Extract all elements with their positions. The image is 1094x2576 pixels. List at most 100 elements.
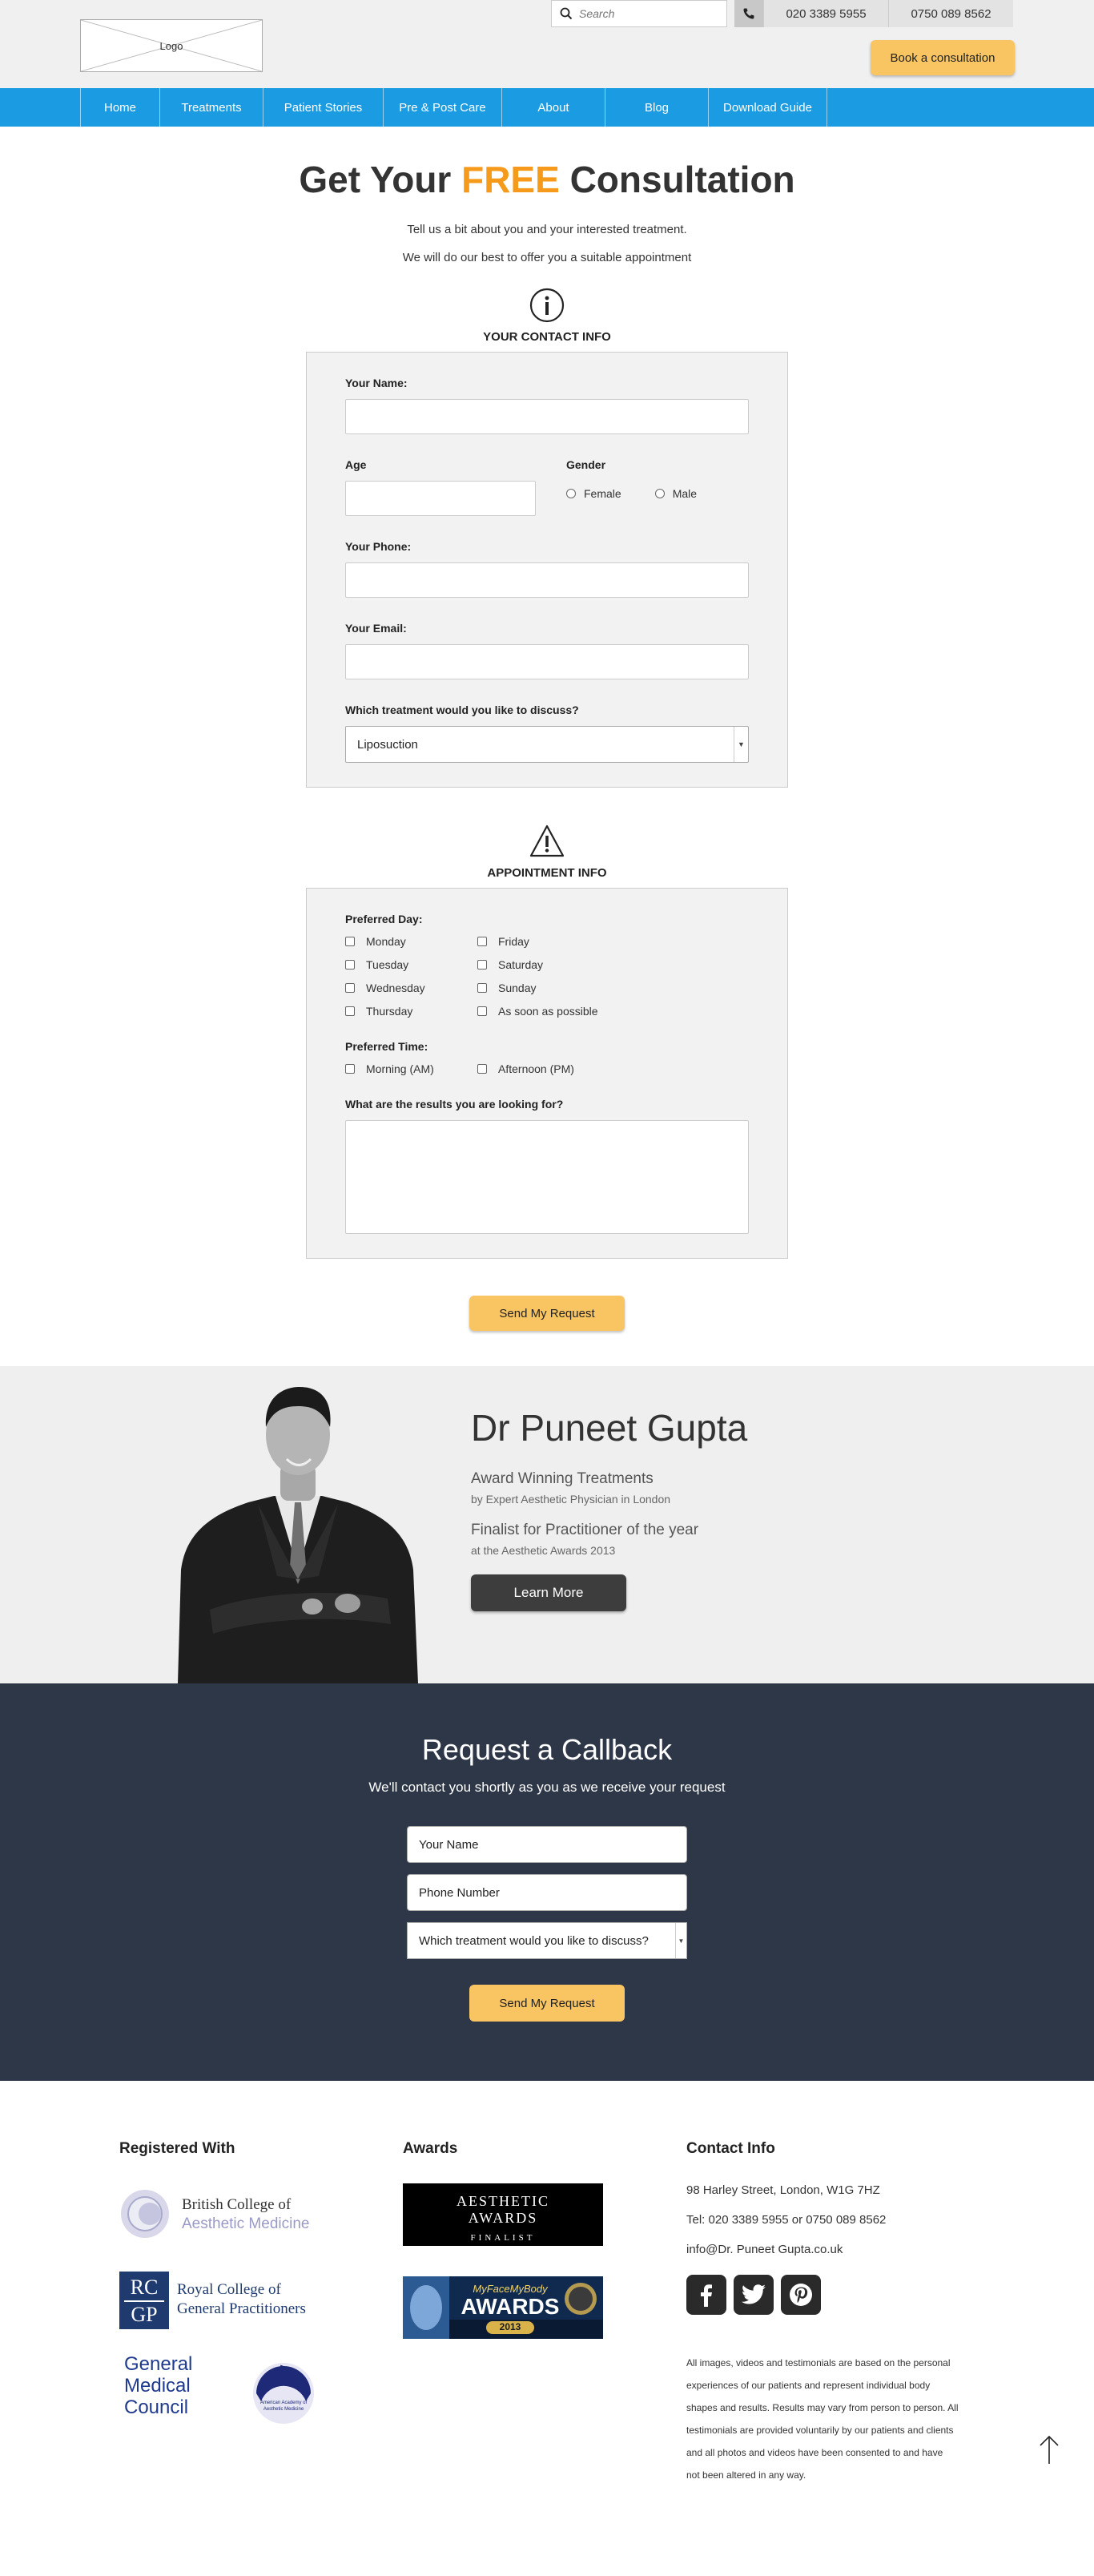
treatment-label: Which treatment would you like to discus…	[345, 703, 579, 716]
gmc-line-3: Council	[124, 2397, 189, 2418]
results-textarea[interactable]	[345, 1120, 749, 1234]
checkbox-icon[interactable]	[477, 983, 487, 993]
rcgp-line-1: Royal College of	[177, 2281, 281, 2298]
nav-item-pre-post-care[interactable]: Pre & Post Care	[383, 88, 501, 127]
arrow-up-icon[interactable]	[1038, 2433, 1060, 2465]
aaam-logo: American Academy of Aesthetic Medicine	[250, 2360, 317, 2427]
phone-number-2[interactable]: 0750 089 8562	[888, 0, 1013, 27]
checkbox-icon[interactable]	[345, 1006, 355, 1016]
myfacemybody-awards-badge: MyFaceMyBody AWARDS 2013	[403, 2276, 603, 2339]
rcgp-emblem: RC GP	[119, 2272, 169, 2329]
day-checkbox-saturday[interactable]: Saturday	[477, 958, 637, 971]
callback-treatment-select[interactable]: Which treatment would you like to discus…	[407, 1922, 687, 1959]
day-label: Saturday	[498, 958, 544, 971]
award-1-line-1: AESTHETIC	[457, 2193, 549, 2209]
age-column: Age	[345, 458, 536, 540]
twitter-icon[interactable]	[734, 2275, 774, 2315]
callback-treatment-placeholder: Which treatment would you like to discus…	[419, 1933, 649, 1948]
time-checkbox-afternoon[interactable]: Afternoon (PM)	[477, 1062, 637, 1075]
day-label: Friday	[498, 935, 529, 948]
doctor-info: Dr Puneet Gupta Award Winning Treatments…	[471, 1406, 747, 1611]
nav-item-download-guide[interactable]: Download Guide	[708, 88, 827, 127]
checkbox-icon[interactable]	[345, 1064, 355, 1074]
nav-item-home[interactable]: Home	[80, 88, 159, 127]
rcgp-letters-1: RC	[130, 2276, 159, 2299]
info-icon	[529, 288, 565, 323]
consultation-section: Get Your FREE Consultation Tell us a bit…	[0, 157, 1094, 1331]
checkbox-icon[interactable]	[477, 1006, 487, 1016]
callback-send-button[interactable]: Send My Request	[469, 1985, 625, 2022]
gender-male-radio[interactable]: Male	[654, 487, 697, 500]
warning-icon	[529, 824, 565, 857]
nav-item-blog[interactable]: Blog	[605, 88, 708, 127]
email-input[interactable]	[345, 644, 749, 679]
time-checkbox-morning[interactable]: Morning (AM)	[345, 1062, 477, 1075]
name-input[interactable]	[345, 399, 749, 434]
send-request-button[interactable]: Send My Request	[469, 1296, 625, 1331]
day-checkbox-wednesday[interactable]: Wednesday	[345, 982, 477, 994]
gender-female-radio[interactable]: Female	[566, 487, 621, 500]
checkbox-icon[interactable]	[345, 937, 355, 946]
title-post: Consultation	[559, 159, 795, 200]
callback-phone-input[interactable]: Phone Number	[407, 1874, 687, 1911]
chevron-down-icon[interactable]: ▼	[675, 1923, 686, 1958]
award-1-line-3: FINALIST	[470, 2233, 536, 2243]
phone-input[interactable]	[345, 562, 749, 598]
results-label: What are the results you are looking for…	[345, 1098, 564, 1111]
nav-item-about[interactable]: About	[501, 88, 605, 127]
radio-icon[interactable]	[566, 489, 576, 498]
checkbox-icon[interactable]	[477, 1064, 487, 1074]
contact-tel[interactable]: Tel: 020 3389 5955 or 0750 089 8562	[686, 2213, 886, 2227]
doctor-tagline-2: Finalist for Practitioner of the year	[471, 1522, 699, 1538]
doctor-subline-1: by Expert Aesthetic Physician in London	[471, 1493, 671, 1506]
learn-more-button[interactable]: Learn More	[471, 1574, 626, 1611]
time-label: Afternoon (PM)	[498, 1062, 574, 1075]
intro-text-2: We will do our best to offer you a suita…	[402, 251, 692, 264]
bcam-emblem-icon	[121, 2190, 169, 2238]
checkbox-icon[interactable]	[477, 937, 487, 946]
contact-title: Contact Info	[686, 2140, 775, 2157]
gmc-line-1: General	[124, 2353, 193, 2375]
age-label: Age	[345, 458, 367, 471]
doctor-tagline-1: Award Winning Treatments	[471, 1470, 654, 1487]
page-title: Get Your FREE Consultation	[0, 157, 1094, 202]
day-label: Monday	[366, 935, 406, 948]
search-box[interactable]	[551, 0, 727, 27]
aesthetic-awards-badge: AESTHETIC AWARDS FINALIST	[403, 2183, 603, 2246]
day-checkbox-thursday[interactable]: Thursday	[345, 1005, 477, 1018]
doctor-name: Dr Puneet Gupta	[471, 1407, 748, 1449]
book-consultation-button[interactable]: Book a consultation	[871, 40, 1015, 75]
phone-icon	[734, 0, 763, 27]
radio-icon[interactable]	[654, 489, 665, 498]
day-checkbox-friday[interactable]: Friday	[477, 935, 637, 948]
search-input[interactable]	[579, 7, 715, 20]
phone-number-1[interactable]: 020 3389 5955	[763, 0, 888, 27]
day-checkbox-sunday[interactable]: Sunday	[477, 982, 637, 994]
treatment-select-value: Liposuction	[357, 737, 418, 752]
checkbox-icon[interactable]	[477, 960, 487, 970]
bcam-line-2: Aesthetic Medicine	[182, 2215, 310, 2232]
day-checkbox-asap[interactable]: As soon as possible	[477, 1005, 637, 1018]
checkbox-icon[interactable]	[345, 960, 355, 970]
nav-item-treatments[interactable]: Treatments	[159, 88, 263, 127]
title-free: FREE	[461, 159, 560, 200]
day-checkbox-monday[interactable]: Monday	[345, 935, 477, 948]
chevron-down-icon[interactable]: ▼	[734, 727, 748, 762]
callback-name-input[interactable]: Your Name	[407, 1826, 687, 1863]
checkbox-icon[interactable]	[345, 983, 355, 993]
preferred-time-label: Preferred Time:	[345, 1040, 428, 1053]
phone-label: Your Phone:	[345, 540, 412, 553]
logo[interactable]: Logo	[80, 19, 263, 72]
award-2-line-1: MyFaceMyBody	[473, 2283, 548, 2295]
pinterest-icon[interactable]	[781, 2275, 821, 2315]
gender-column: Gender Female Male	[566, 458, 730, 540]
nav-item-patient-stories[interactable]: Patient Stories	[263, 88, 383, 127]
preferred-time-options: Morning (AM) Afternoon (PM)	[345, 1062, 749, 1075]
facebook-icon[interactable]	[686, 2275, 726, 2315]
age-input[interactable]	[345, 481, 536, 516]
callback-section: Request a Callback We'll contact you sho…	[0, 1683, 1094, 2081]
contact-email[interactable]: info@Dr. Puneet Gupta.co.uk	[686, 2243, 843, 2256]
preferred-day-options: Monday Friday Tuesday Saturday Wednesday…	[345, 935, 749, 1018]
day-checkbox-tuesday[interactable]: Tuesday	[345, 958, 477, 971]
treatment-select[interactable]: Liposuction ▼	[345, 726, 749, 763]
